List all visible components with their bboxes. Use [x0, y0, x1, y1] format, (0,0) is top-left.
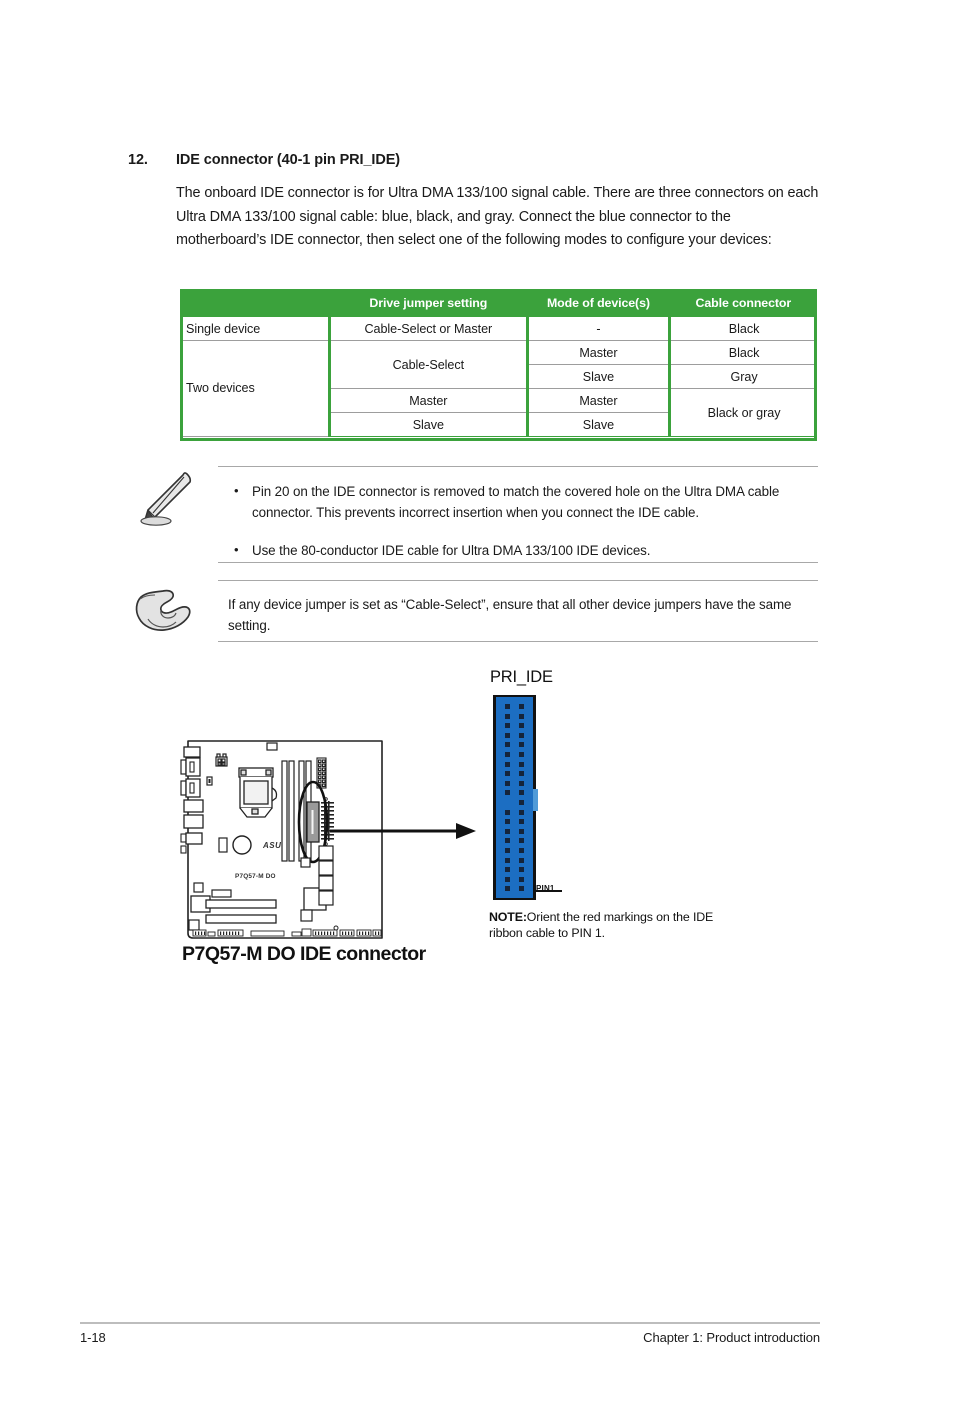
note-divider-top	[218, 466, 818, 467]
pointing-hand-icon	[135, 589, 191, 631]
connector-pin	[505, 857, 510, 863]
connector-pin	[505, 790, 510, 796]
table-header-blank	[180, 289, 330, 317]
connector-pin	[505, 848, 510, 853]
list-item: • Use the 80-conductor IDE cable for Ult…	[228, 540, 808, 561]
connector-pin	[519, 704, 524, 709]
cell-device: Two devices	[180, 340, 330, 437]
connector-pin	[505, 819, 510, 825]
cell-mode: Master	[525, 388, 670, 413]
note-divider-bottom	[218, 562, 818, 563]
connector-pin	[505, 761, 510, 767]
connector-label: PRI_IDE	[490, 668, 553, 686]
table-header-mode-of-devices: Mode of device(s)	[527, 289, 670, 317]
ide-connector-graphic	[493, 695, 536, 900]
section-body-text: The onboard IDE connector is for Ultra D…	[176, 185, 819, 249]
connector-pin	[519, 828, 524, 834]
bullet-icon: •	[234, 483, 239, 498]
table-header-row: Drive jumper setting Mode of device(s) C…	[180, 289, 817, 317]
connector-pin	[519, 838, 524, 844]
diagram-caption: P7Q57-M DO IDE connector	[182, 943, 426, 965]
note-divider-bottom	[218, 641, 818, 642]
connector-pin	[505, 742, 510, 748]
connector-pin	[505, 752, 510, 757]
connector-pin	[505, 704, 510, 709]
connector-notch	[533, 789, 538, 811]
connector-pin	[519, 876, 524, 882]
connector-pin	[519, 732, 524, 738]
connector-pin	[519, 819, 524, 825]
connector-pin	[505, 886, 510, 892]
footer-chapter: Chapter 1: Product introduction	[643, 1330, 820, 1345]
table-row: Single device Cable-Select or Master - B…	[180, 317, 817, 341]
cell-jumper: Cable-Select	[327, 340, 528, 389]
connector-pin	[519, 790, 524, 796]
page-title: IDE connector (40-1 pin PRI_IDE)	[176, 152, 401, 168]
list-item-text: Pin 20 on the IDE connector is removed t…	[252, 484, 780, 520]
connector-note-prefix: NOTE:	[489, 910, 527, 924]
cell-mode: Slave	[525, 412, 670, 436]
connector-pin	[505, 732, 510, 738]
list-item-text: If any device jumper is set as “Cable-Se…	[228, 597, 792, 633]
connector-pin	[519, 848, 524, 853]
connector-pin	[519, 723, 524, 729]
list-item: If any device jumper is set as “Cable-Se…	[228, 594, 820, 636]
note-bullet-list: • Pin 20 on the IDE connector is removed…	[228, 481, 808, 561]
cell-device: Single device	[180, 317, 330, 341]
table-header-cable-connector: Cable connector	[669, 289, 817, 317]
connector-pin	[505, 876, 510, 882]
page-number: 1-18	[80, 1330, 106, 1345]
connector-pin	[505, 713, 510, 719]
connector-pin	[505, 780, 510, 786]
cell-cable: Black	[668, 317, 817, 341]
board-silkscreen-text: P7Q57-M DO	[235, 873, 276, 880]
connector-pin	[519, 742, 524, 748]
cell-cable: Gray	[668, 364, 817, 389]
footer-divider	[80, 1322, 820, 1324]
pin1-label: PIN1	[536, 884, 555, 893]
cell-cable: Black	[668, 340, 817, 365]
connector-pin	[519, 867, 524, 873]
cell-mode: -	[525, 317, 670, 341]
list-item-text: Use the 80-conductor IDE cable for Ultra…	[252, 543, 651, 558]
connector-pin	[519, 752, 524, 757]
table-header-drive-jumper-setting: Drive jumper setting	[329, 289, 528, 317]
connector-note: NOTE:Orient the red markings on the IDE …	[489, 909, 719, 941]
section-number: 12.	[128, 152, 148, 168]
connector-pin	[519, 780, 524, 786]
connector-pin	[505, 838, 510, 844]
connector-pin	[519, 886, 524, 892]
cell-mode: Master	[525, 340, 670, 365]
connector-pin	[505, 828, 510, 834]
cell-cable: Black or gray	[668, 388, 817, 436]
connector-pin	[505, 867, 510, 873]
connector-pin	[519, 761, 524, 767]
connector-pin	[519, 857, 524, 863]
connector-pin	[519, 713, 524, 719]
note-bullet-list: If any device jumper is set as “Cable-Se…	[228, 594, 820, 636]
cell-jumper: Master	[327, 388, 528, 413]
table-row: Two devices Cable-Select Master Black	[180, 340, 817, 437]
connector-pin	[519, 800, 524, 805]
connector-pin	[519, 809, 524, 815]
cell-jumper: Slave	[327, 412, 528, 436]
connector-pin	[505, 809, 510, 815]
connector-pin	[505, 771, 510, 777]
pencil-note-icon	[140, 472, 192, 526]
callout-arrow-icon	[330, 823, 476, 839]
bullet-icon: •	[234, 542, 239, 557]
list-item: • Pin 20 on the IDE connector is removed…	[228, 481, 808, 523]
connector-pin	[505, 723, 510, 729]
drive-jumper-table: Drive jumper setting Mode of device(s) C…	[180, 289, 817, 437]
cell-mode: Slave	[525, 364, 670, 389]
connector-pin	[519, 771, 524, 777]
note-divider-top	[218, 580, 818, 581]
cell-jumper: Cable-Select or Master	[327, 317, 528, 341]
